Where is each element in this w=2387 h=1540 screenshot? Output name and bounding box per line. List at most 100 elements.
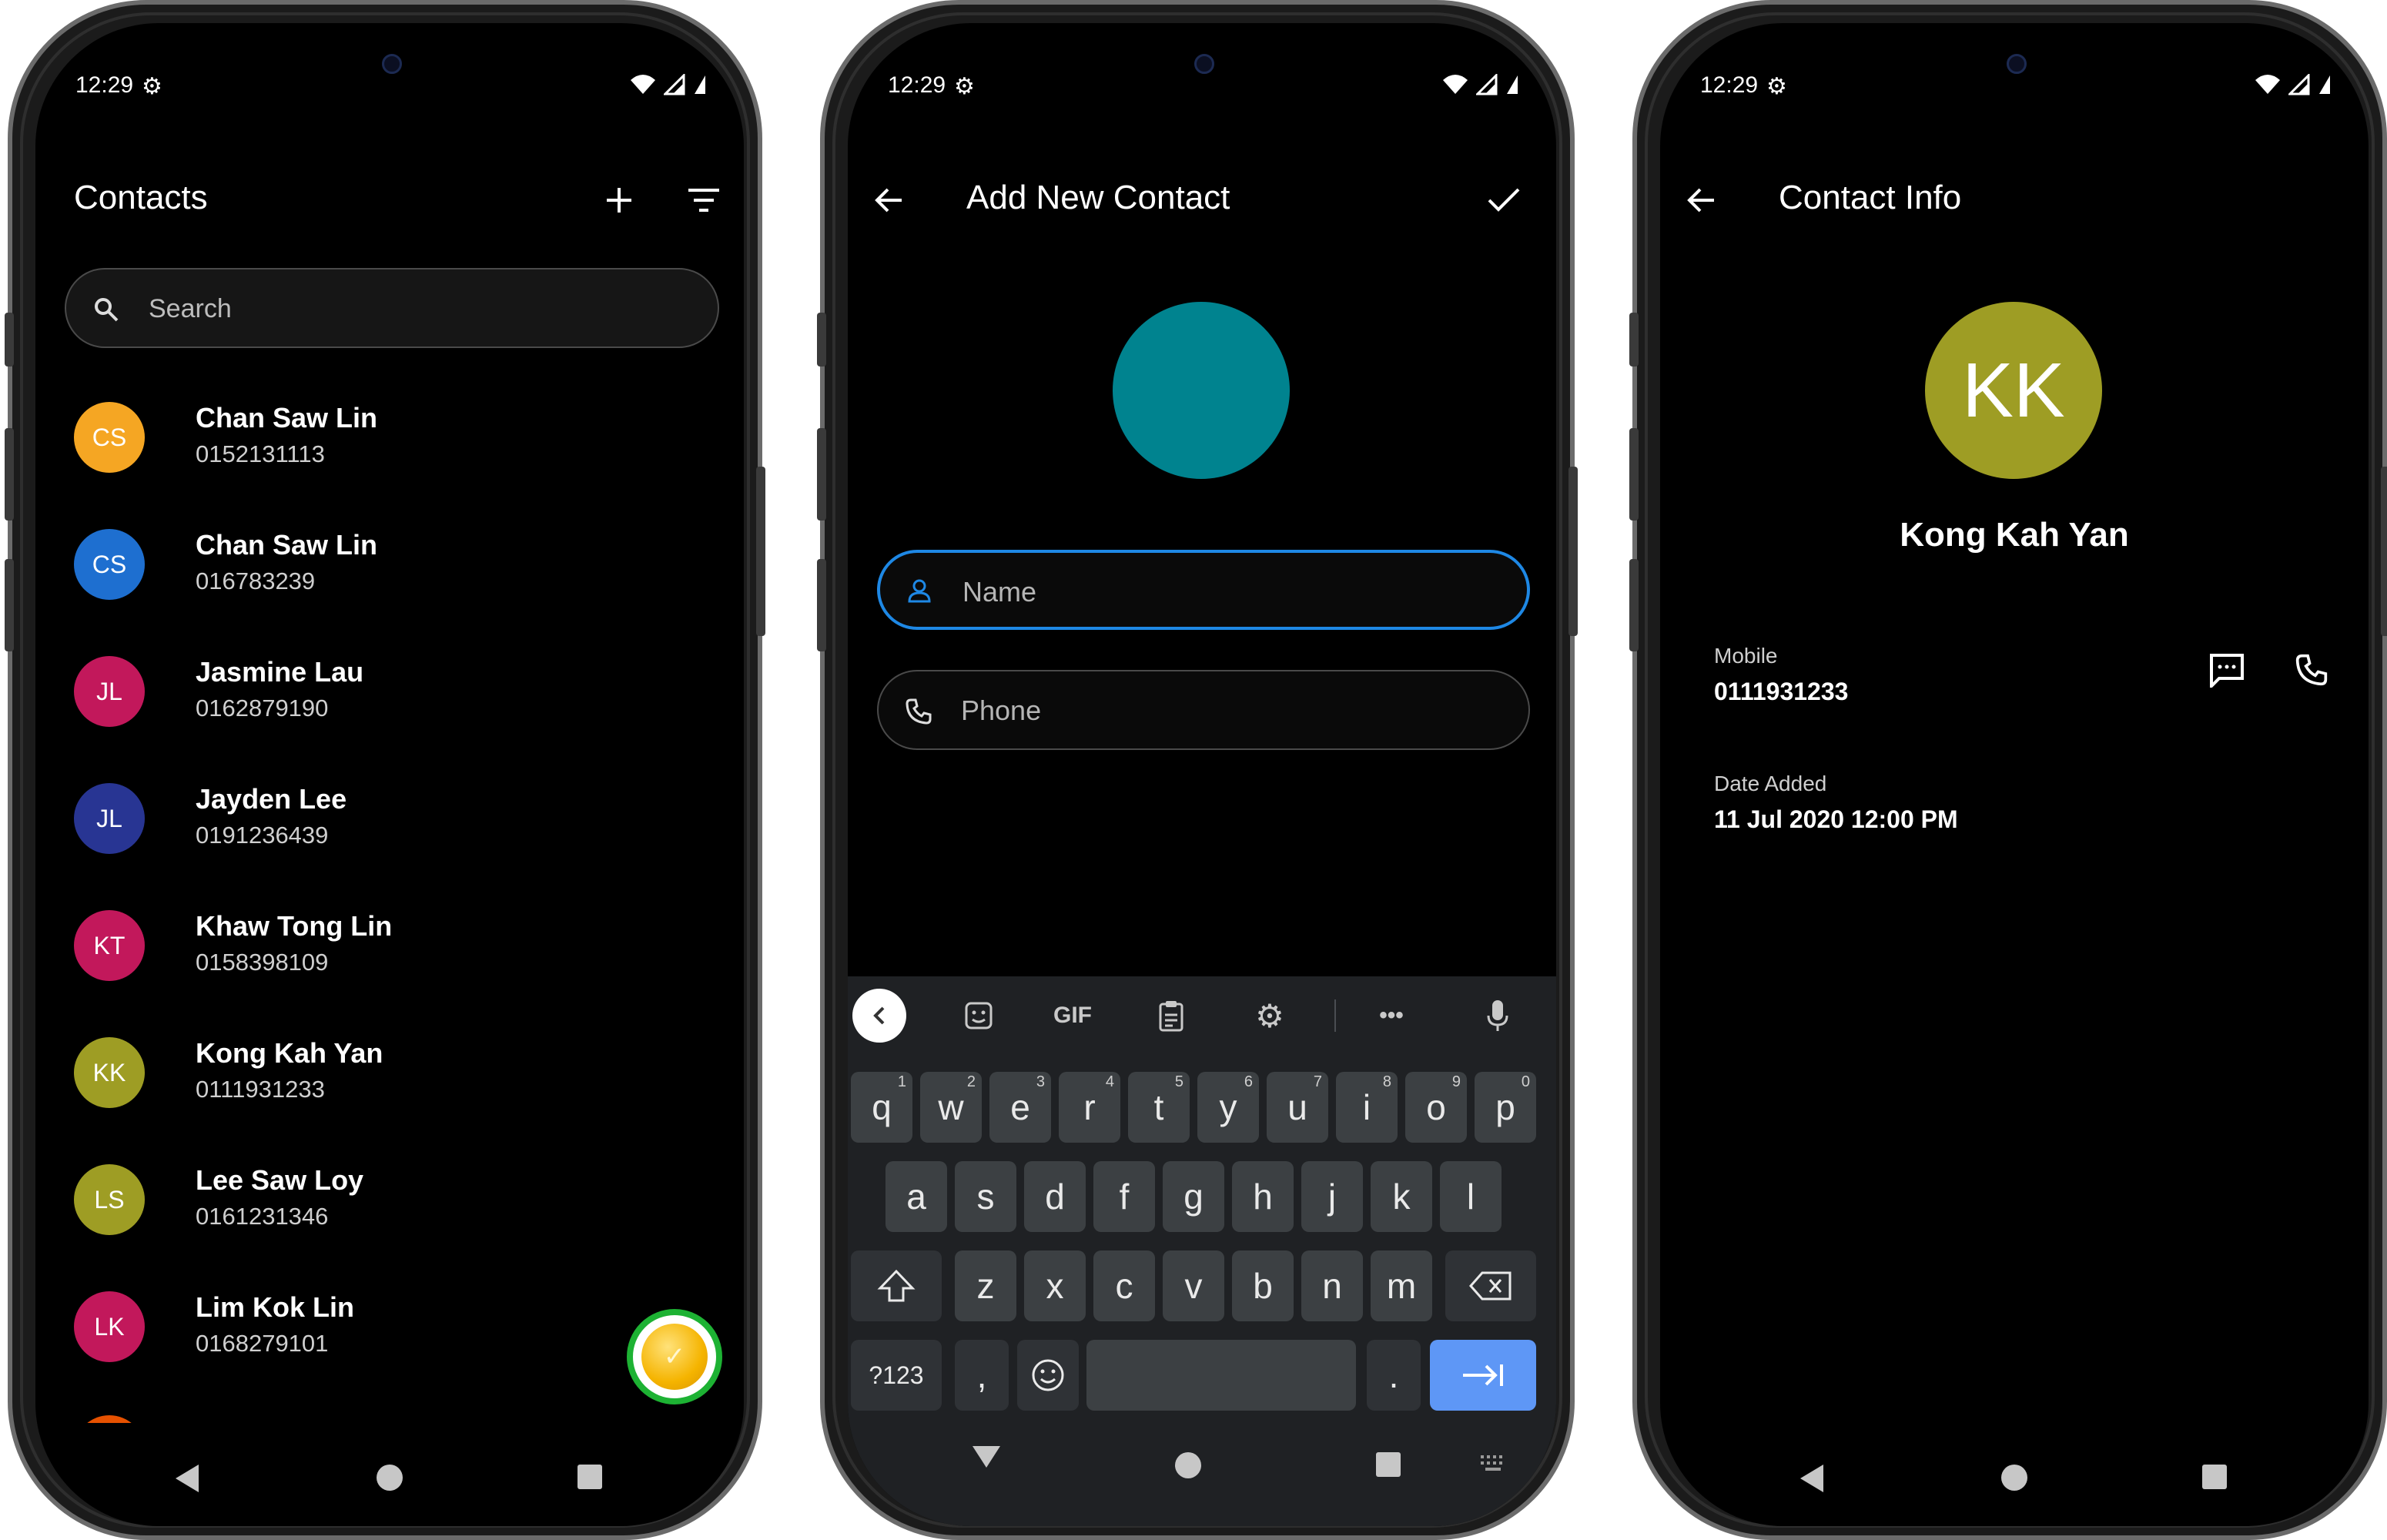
back-button[interactable] (1679, 177, 1725, 223)
key-l[interactable]: l (1440, 1161, 1502, 1232)
screen-contact-info: 12:29 ⚙ Contact Info KK Kong Kah Yan Mob… (1660, 23, 2369, 1526)
key-u[interactable]: u7 (1267, 1072, 1328, 1143)
backspace-key[interactable] (1445, 1250, 1536, 1321)
key-r[interactable]: r4 (1059, 1072, 1120, 1143)
key-w[interactable]: w2 (920, 1072, 982, 1143)
key-a[interactable]: a (886, 1161, 947, 1232)
battery-icon (1507, 75, 1518, 94)
key-k[interactable]: k (1371, 1161, 1432, 1232)
voice-input-button[interactable] (1475, 995, 1521, 1036)
nav-recents-icon[interactable] (1376, 1452, 1401, 1477)
nav-collapse-icon[interactable] (971, 1445, 1002, 1469)
phone-field[interactable] (877, 670, 1530, 750)
contact-name: Kong Kah Yan (196, 1037, 383, 1069)
contact-row[interactable]: LS Lee Saw Loy 0161231346 (65, 1149, 719, 1257)
system-icons (1442, 74, 1519, 95)
contact-row[interactable]: JL Jasmine Lau 0162879190 (65, 641, 719, 748)
keyboard-switch-icon[interactable] (1479, 1454, 1507, 1472)
key-e[interactable]: e3 (989, 1072, 1051, 1143)
keyboard-collapse-button[interactable] (852, 989, 906, 1043)
system-icons (2255, 74, 2332, 95)
name-input[interactable] (961, 553, 1503, 631)
more-button[interactable]: ••• (1368, 995, 1414, 1036)
phone-input[interactable] (959, 671, 1502, 750)
key-y[interactable]: y6 (1197, 1072, 1259, 1143)
key-c[interactable]: c (1093, 1250, 1155, 1321)
phone-add-contact: 12:29 ⚙ Add New Contact Name Phone GIF ⚙… (817, 0, 1578, 1540)
shift-icon (877, 1269, 916, 1302)
key-q[interactable]: q1 (851, 1072, 912, 1143)
clipboard-button[interactable] (1148, 995, 1194, 1036)
check-icon (1488, 188, 1520, 212)
gif-button[interactable]: GIF (1050, 995, 1096, 1036)
nav-recents-icon[interactable] (578, 1465, 602, 1489)
search-input[interactable] (147, 270, 689, 348)
nav-back-icon[interactable] (1800, 1465, 1823, 1492)
nav-home-icon[interactable] (1175, 1452, 1201, 1478)
contact-phone: 0158398109 (196, 949, 329, 976)
key-s[interactable]: s (955, 1161, 1016, 1232)
contact-row[interactable]: JL Jayden Lee 0191236439 (65, 768, 719, 875)
contact-avatar: JL (74, 783, 145, 854)
name-field[interactable] (877, 550, 1530, 631)
key-f[interactable]: f (1093, 1161, 1155, 1232)
nav-home-icon[interactable] (377, 1465, 403, 1491)
key-z[interactable]: z (955, 1250, 1016, 1321)
nav-recents-icon[interactable] (2202, 1465, 2227, 1489)
battery-icon (2319, 75, 2330, 94)
key-t[interactable]: t5 (1128, 1072, 1190, 1143)
contact-row[interactable]: KT Khaw Tong Lin 0158398109 (65, 895, 719, 1003)
key-i[interactable]: i8 (1336, 1072, 1398, 1143)
chevron-left-icon (873, 1006, 885, 1025)
arrow-back-icon (1687, 188, 1714, 213)
space-key[interactable] (1086, 1340, 1356, 1411)
nav-back-icon[interactable] (176, 1465, 199, 1492)
filter-button[interactable] (681, 177, 727, 223)
system-nav-bar (848, 1437, 1556, 1498)
key-j[interactable]: j (1301, 1161, 1363, 1232)
key-h[interactable]: h (1232, 1161, 1294, 1232)
phone-contacts: 12:29 ⚙ Contacts CS Chan Saw Lin 0152131… (5, 0, 765, 1540)
save-button[interactable] (1481, 177, 1527, 223)
key-d[interactable]: d (1024, 1161, 1086, 1232)
contact-row[interactable]: CS Chan Saw Lin 0152131113 (65, 387, 719, 494)
tab-next-icon (1463, 1364, 1503, 1386)
key-b[interactable]: b (1232, 1250, 1294, 1321)
status-time: 12:29 (888, 72, 946, 98)
period-key[interactable]: . (1367, 1340, 1421, 1411)
sticker-button[interactable] (956, 995, 1002, 1036)
toolbar-divider (1334, 999, 1336, 1032)
key-v[interactable]: v (1163, 1250, 1224, 1321)
message-button[interactable] (2204, 647, 2250, 693)
avatar-placeholder[interactable] (1113, 302, 1290, 479)
contact-name: Jasmine Lau (196, 656, 364, 688)
key-m[interactable]: m (1371, 1250, 1432, 1321)
symbols-key[interactable]: ?123 (851, 1340, 942, 1411)
key-n[interactable]: n (1301, 1250, 1363, 1321)
search-icon (95, 298, 119, 322)
key-g[interactable]: g (1163, 1161, 1224, 1232)
emoji-key[interactable] (1017, 1340, 1079, 1411)
floating-action-button[interactable]: ✓ (627, 1309, 722, 1404)
contact-phone: 0152131113 (196, 440, 325, 467)
key-x[interactable]: x (1024, 1250, 1086, 1321)
next-field-key[interactable] (1430, 1340, 1536, 1411)
key-p[interactable]: p0 (1475, 1072, 1536, 1143)
page-title: Contacts (74, 179, 208, 216)
contact-row[interactable]: CS Chan Saw Lin 016783239 (65, 514, 719, 621)
mobile-value: 0111931233 (1714, 678, 1849, 705)
contact-name: Kong Kah Yan (1900, 516, 2129, 554)
shift-key[interactable] (851, 1250, 942, 1321)
add-contact-button[interactable] (596, 177, 642, 223)
call-button[interactable] (2288, 647, 2335, 693)
keyboard-settings-button[interactable]: ⚙ (1247, 995, 1293, 1036)
back-button[interactable] (866, 177, 912, 223)
contact-row[interactable]: LK Lim Kok Lin 0168279101 (65, 1276, 719, 1384)
key-o[interactable]: o9 (1405, 1072, 1467, 1143)
nav-home-icon[interactable] (2001, 1465, 2027, 1491)
status-time: 12:29 (1700, 72, 1759, 98)
contact-row[interactable]: KK Kong Kah Yan 0111931233 (65, 1022, 719, 1130)
arrow-back-icon (875, 188, 902, 213)
search-bar[interactable] (65, 268, 719, 348)
comma-key[interactable]: , (955, 1340, 1009, 1411)
